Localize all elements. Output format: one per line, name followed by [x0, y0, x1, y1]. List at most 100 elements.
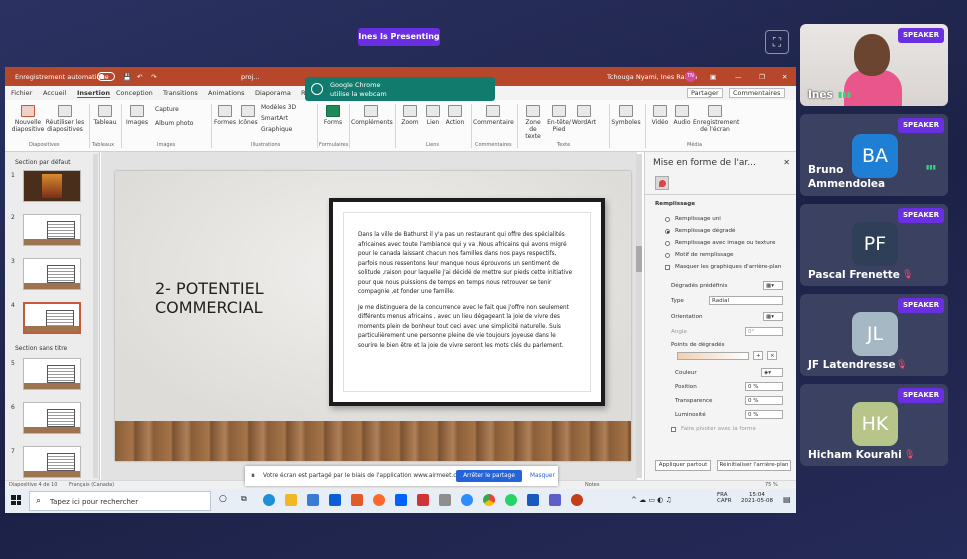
firefox-icon[interactable] [373, 494, 385, 506]
video-button[interactable]: Vidéo [649, 105, 671, 126]
add-stop-icon[interactable]: + [753, 351, 763, 360]
redo-icon[interactable]: ↷ [151, 73, 156, 81]
slide-thumbnail-4[interactable] [23, 302, 81, 334]
edge-icon[interactable] [263, 494, 275, 506]
addins-button[interactable]: Compléments [351, 105, 393, 126]
app-icon[interactable] [461, 494, 473, 506]
radio-solid-fill[interactable] [665, 217, 670, 222]
action-button[interactable]: Action [443, 105, 467, 126]
gradient-stops-bar[interactable] [677, 352, 749, 360]
tab-fichier[interactable]: Fichier [11, 89, 32, 97]
transparency-input[interactable]: 0 % [745, 396, 783, 405]
slide-thumbnail-3[interactable] [23, 258, 81, 290]
capture-button[interactable]: Capture [155, 106, 195, 113]
app-icon[interactable] [439, 494, 451, 506]
textbox-button[interactable]: Zone de texte [521, 105, 545, 140]
orientation-dropdown[interactable]: ▦▾ [763, 312, 783, 321]
fill-bucket-icon[interactable] [655, 176, 669, 190]
tab-conception[interactable]: Conception [116, 89, 153, 97]
section-default-label[interactable]: Section par défaut [15, 159, 71, 166]
tab-transitions[interactable]: Transitions [163, 89, 198, 97]
powerpoint-icon[interactable] [571, 494, 583, 506]
table-button[interactable]: Tableau [91, 105, 119, 126]
fullscreen-icon[interactable]: ⛶ [765, 30, 789, 54]
zoom-level[interactable]: 75 % [765, 482, 778, 488]
angle-input[interactable]: 0° [745, 327, 783, 336]
ribbon-display-icon[interactable]: ▣ [710, 73, 716, 81]
forms-button[interactable]: Forms [321, 105, 345, 126]
fill-section-header[interactable]: Remplissage [655, 201, 695, 207]
participant-tile-jf[interactable]: SPEAKER JL JF Latendresse 🎙 [800, 294, 948, 376]
word-icon[interactable] [527, 494, 539, 506]
taskbar-search[interactable]: ⌕ Tapez ici pour rechercher [29, 491, 211, 511]
participant-tile-hicham[interactable]: SPEAKER HK Hicham Kourahi 🎙 [800, 384, 948, 466]
slide-title[interactable]: 2- POTENTIEL COMMERCIAL [155, 279, 264, 317]
type-dropdown[interactable]: Radial [709, 296, 783, 305]
tab-animations[interactable]: Animations [208, 89, 245, 97]
thumbnails-scrollbar[interactable] [93, 154, 98, 478]
hide-button[interactable]: Masquer [530, 473, 555, 479]
input-language[interactable]: FRA CAFR [717, 492, 732, 504]
position-input[interactable]: 0 % [745, 382, 783, 391]
undo-icon[interactable]: ↶ [137, 73, 142, 81]
slide-thumbnail-2[interactable] [23, 214, 81, 246]
share-button[interactable]: Partager [687, 88, 723, 98]
file-explorer-icon[interactable] [285, 494, 297, 506]
shapes-button[interactable]: Formes [213, 105, 237, 126]
windows-start-icon[interactable] [11, 495, 21, 505]
participant-tile-pascal[interactable]: SPEAKER PF Pascal Frenette 🎙 [800, 204, 948, 286]
comments-button[interactable]: Commentaires [729, 88, 785, 98]
office-icon[interactable] [351, 494, 363, 506]
app-icon[interactable] [417, 494, 429, 506]
slide-thumbnail-5[interactable] [23, 358, 81, 390]
radio-picture-fill[interactable] [665, 241, 670, 246]
radio-gradient-fill[interactable] [665, 229, 670, 234]
slide-thumbnail-1[interactable] [23, 170, 81, 202]
participant-tile-ines[interactable]: SPEAKER Ines ▮▮▮ [800, 24, 948, 106]
language[interactable]: Français (Canada) [69, 482, 114, 488]
comment-button[interactable]: Commentaire [473, 105, 514, 126]
stop-sharing-button[interactable]: Arrêter le partage [456, 470, 522, 482]
screen-recording-button[interactable]: Enregistrement de l'écran [693, 105, 739, 133]
whatsapp-icon[interactable] [505, 494, 517, 506]
tray-icons[interactable]: ^ ☁ ▭ ◐ ♫ [631, 496, 672, 504]
radio-pattern-fill[interactable] [665, 253, 670, 258]
smartart-button[interactable]: SmartArt [261, 115, 307, 122]
chrome-icon[interactable] [483, 494, 495, 506]
header-footer-button[interactable]: En-tête/ Pied [547, 105, 571, 133]
rotate-with-shape-checkbox[interactable] [671, 427, 676, 432]
chrome-webcam-notice[interactable]: Google Chrome utilise la webcam [305, 77, 495, 101]
store-icon[interactable] [307, 494, 319, 506]
zoom-button[interactable]: Zoom [399, 105, 421, 126]
close-icon[interactable]: ✕ [783, 158, 790, 167]
audio-button[interactable]: Audio [671, 105, 693, 126]
notification-icon[interactable]: ▤ [783, 495, 791, 504]
cortana-icon[interactable]: ○ [219, 494, 231, 506]
save-icon[interactable]: 💾 [123, 73, 131, 81]
models-3d-button[interactable]: Modèles 3D [261, 104, 307, 111]
brightness-input[interactable]: 0 % [745, 410, 783, 419]
restore-icon[interactable]: ❐ [759, 73, 765, 81]
user-avatar[interactable]: TN [685, 71, 696, 82]
wordart-button[interactable]: WordArt [571, 105, 597, 126]
clock[interactable]: 15:04 2021-05-08 [741, 492, 773, 504]
participant-tile-bruno[interactable]: SPEAKER BA Bruno Ammendolea ▮▮▮ [800, 114, 948, 196]
new-slide-button[interactable]: Nouvelle diapositive [11, 105, 45, 133]
hide-graphics-checkbox[interactable] [665, 265, 670, 270]
preset-gradients-dropdown[interactable]: ▦▾ [763, 281, 783, 290]
reset-background-button[interactable]: Réinitialiser l'arrière-plan [717, 460, 791, 471]
album-button[interactable]: Album photo [155, 120, 205, 127]
autosave-toggle[interactable] [97, 72, 115, 81]
images-button[interactable]: Images [123, 105, 151, 126]
task-view-icon[interactable]: ⧉ [241, 494, 253, 506]
notes-button[interactable]: Notes [585, 482, 599, 488]
dropbox-icon[interactable] [395, 494, 407, 506]
slide-thumbnail-7[interactable] [23, 446, 81, 478]
picture-frame[interactable]: Dans la ville de Bathurst il y'a pas un … [329, 198, 605, 406]
tab-accueil[interactable]: Accueil [43, 89, 66, 97]
slide-thumbnail-6[interactable] [23, 402, 81, 434]
close-icon[interactable]: ✕ [782, 73, 787, 81]
tab-insertion[interactable]: Insertion [77, 89, 110, 98]
link-button[interactable]: Lien [423, 105, 443, 126]
slide-scrollbar[interactable] [636, 154, 642, 478]
